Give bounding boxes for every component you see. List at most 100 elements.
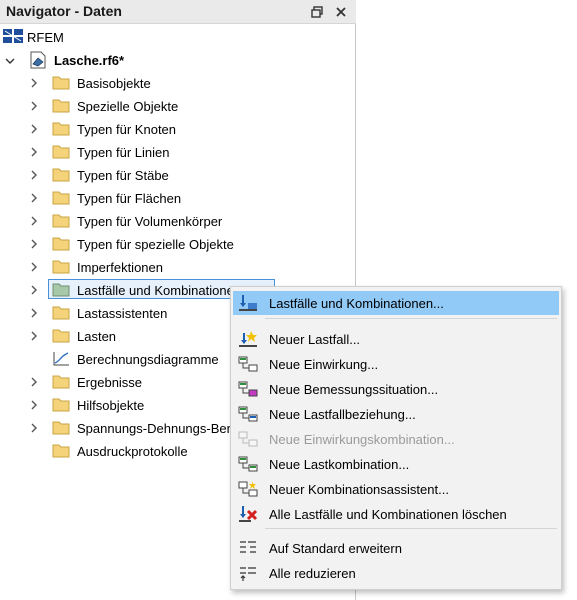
chevron-right-icon[interactable] — [28, 123, 40, 135]
model-file-icon — [28, 51, 48, 69]
new-action-combination-icon — [238, 430, 258, 448]
tree-item-label: Lastassistenten — [77, 306, 168, 321]
context-menu: Lastfälle und Kombinationen... Neuer Last… — [230, 286, 562, 590]
menu-item-label: Neue Lastkombination... — [269, 457, 410, 472]
tree-item-label: Typen für spezielle Objekte — [77, 237, 234, 252]
chevron-right-icon[interactable] — [28, 330, 40, 342]
new-load-case-relation-icon — [238, 405, 258, 423]
folder-icon — [52, 98, 70, 113]
tree-item-label: Ausdruckprotokolle — [77, 444, 188, 459]
tree-item[interactable]: Imperfektionen — [0, 256, 356, 278]
tree-item-label: Typen für Stäbe — [77, 168, 169, 183]
tree-item[interactable]: Typen für Stäbe — [0, 164, 356, 186]
folder-icon — [52, 374, 70, 389]
menu-item[interactable]: Neuer Kombinationsassistent... — [233, 477, 559, 501]
folder-icon — [52, 397, 70, 412]
tree-item-label: Ergebnisse — [77, 375, 143, 390]
menu-separator — [265, 318, 557, 319]
chevron-right-icon[interactable] — [28, 261, 40, 273]
menu-item[interactable]: Auf Standard erweitern — [233, 536, 559, 560]
tree-item[interactable]: Typen für Knoten — [0, 118, 356, 140]
folder-icon — [52, 259, 70, 274]
close-icon[interactable] — [333, 4, 349, 20]
menu-item: Neue Einwirkungskombination... — [233, 427, 559, 451]
folder-icon — [52, 236, 70, 251]
menu-item[interactable]: Alle Lastfälle und Kombinationen löschen — [233, 502, 559, 526]
menu-item-label: Neue Lastfallbeziehung... — [269, 407, 416, 422]
chevron-right-icon[interactable] — [28, 146, 40, 158]
tree-item[interactable]: Typen für spezielle Objekte — [0, 233, 356, 255]
rfem-logo-icon — [3, 29, 23, 43]
chevron-right-icon[interactable] — [28, 77, 40, 89]
chevron-right-icon[interactable] — [28, 284, 40, 296]
folder-icon — [52, 121, 70, 136]
tree-file-label: Lasche.rf6* — [54, 53, 125, 68]
expand-icon — [238, 539, 258, 557]
folder-icon — [52, 213, 70, 228]
menu-item-label: Neue Einwirkung... — [269, 357, 379, 372]
panel-title: Navigator - Daten — [6, 3, 122, 19]
delete-all-icon — [238, 505, 258, 523]
tree-item-label: Typen für Flächen — [77, 191, 182, 206]
chevron-right-icon[interactable] — [28, 422, 40, 434]
tree-item-label: Lastfälle und Kombinationen — [77, 283, 242, 298]
tree-item-label: Typen für Knoten — [77, 122, 177, 137]
load-cases-icon — [238, 294, 258, 312]
tree-item-label: Hilfsobjekte — [77, 398, 145, 413]
tree-item-label: Basisobjekte — [77, 76, 151, 91]
chevron-right-icon[interactable] — [28, 238, 40, 250]
tree-item[interactable]: Typen für Linien — [0, 141, 356, 163]
tree-item[interactable]: Typen für Flächen — [0, 187, 356, 209]
tree-item-label: Typen für Linien — [77, 145, 170, 160]
menu-item-label: Neuer Lastfall... — [269, 332, 361, 347]
menu-item[interactable]: Neue Lastkombination... — [233, 452, 559, 476]
tree-item-label: Imperfektionen — [77, 260, 163, 275]
new-load-case-icon — [238, 330, 258, 348]
menu-item-label: Alle Lastfälle und Kombinationen löschen — [269, 507, 507, 522]
folder-icon — [52, 167, 70, 182]
menu-item-label: Alle reduzieren — [269, 566, 356, 581]
menu-item[interactable]: Lastfälle und Kombinationen... — [233, 291, 559, 315]
new-design-situation-icon — [238, 380, 258, 398]
panel-titlebar: Navigator - Daten — [0, 0, 356, 24]
tree-item[interactable]: Basisobjekte — [0, 72, 356, 94]
diagram-icon — [52, 351, 70, 366]
tree-item-label: Berechnungsdiagramme — [77, 352, 219, 367]
chevron-right-icon[interactable] — [28, 215, 40, 227]
new-action-icon — [238, 355, 258, 373]
folder-icon — [52, 305, 70, 320]
menu-item[interactable]: Neuer Lastfall... — [233, 327, 559, 351]
chevron-right-icon[interactable] — [28, 376, 40, 388]
new-combination-wizard-icon — [238, 480, 258, 498]
tree-item-label: Typen für Volumenkörper — [77, 214, 223, 229]
menu-item[interactable]: Alle reduzieren — [233, 561, 559, 585]
menu-item[interactable]: Neue Lastfallbeziehung... — [233, 402, 559, 426]
tree-file-node[interactable]: Lasche.rf6* — [0, 49, 356, 71]
tree-root-rfem[interactable]: RFEM — [0, 26, 356, 48]
tree-item-label: Spezielle Objekte — [77, 99, 179, 114]
folder-icon — [52, 443, 70, 458]
tree-item[interactable]: Spezielle Objekte — [0, 95, 356, 117]
chevron-right-icon[interactable] — [28, 192, 40, 204]
chevron-right-icon[interactable] — [28, 399, 40, 411]
folder-icon — [52, 190, 70, 205]
menu-item[interactable]: Neue Einwirkung... — [233, 352, 559, 376]
folder-icon — [52, 75, 70, 90]
menu-item-label: Neue Bemessungssituation... — [269, 382, 439, 397]
folder-icon — [52, 328, 70, 343]
menu-item-label: Auf Standard erweitern — [269, 541, 402, 556]
restore-icon[interactable] — [309, 4, 325, 20]
chevron-right-icon[interactable] — [28, 100, 40, 112]
folder-icon — [52, 144, 70, 159]
menu-item[interactable]: Neue Bemessungssituation... — [233, 377, 559, 401]
chevron-right-icon[interactable] — [28, 307, 40, 319]
chevron-down-icon[interactable] — [4, 55, 16, 67]
chevron-right-icon[interactable] — [28, 169, 40, 181]
new-load-combination-icon — [238, 455, 258, 473]
tree-item-label: Lasten — [77, 329, 117, 344]
menu-separator — [265, 528, 557, 529]
folder-icon — [52, 282, 70, 297]
menu-item-label: Neuer Kombinationsassistent... — [269, 482, 449, 497]
folder-icon — [52, 420, 70, 435]
tree-item[interactable]: Typen für Volumenkörper — [0, 210, 356, 232]
